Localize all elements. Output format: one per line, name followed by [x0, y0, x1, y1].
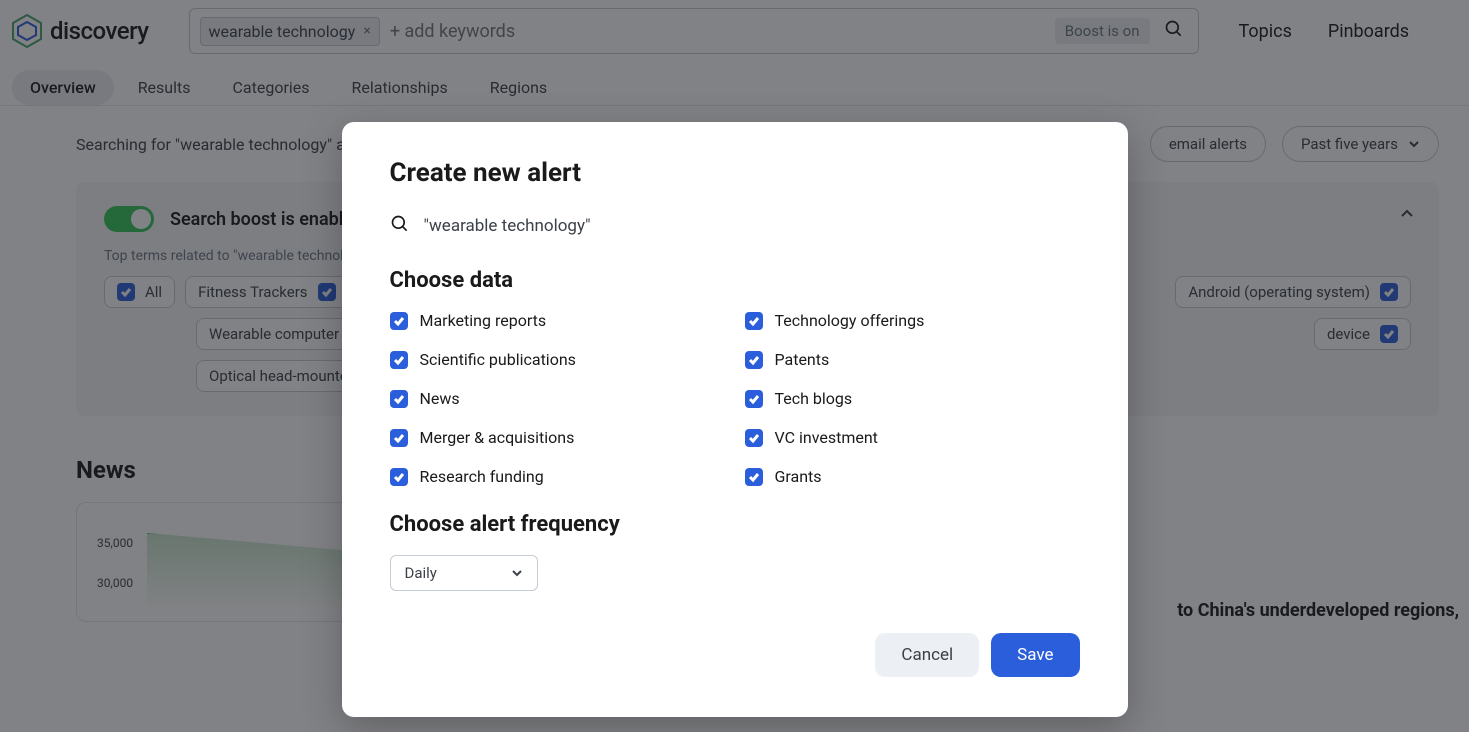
section-choose-data: Choose data [390, 268, 1080, 293]
checked-icon [390, 429, 408, 447]
checkbox-scientific-publications[interactable]: Scientific publications [390, 350, 725, 369]
checked-icon [745, 390, 763, 408]
section-choose-frequency: Choose alert frequency [390, 512, 1080, 537]
checked-icon [745, 312, 763, 330]
checked-icon [390, 468, 408, 486]
magnifier-icon [390, 214, 410, 238]
alert-query-text: "wearable technology" [424, 216, 591, 236]
checkbox-research-funding[interactable]: Research funding [390, 467, 725, 486]
checkbox-label: Tech blogs [775, 389, 853, 408]
checkbox-tech-blogs[interactable]: Tech blogs [745, 389, 1080, 408]
checked-icon [745, 429, 763, 447]
modal-title: Create new alert [390, 158, 1080, 188]
create-alert-modal: Create new alert "wearable technology" C… [342, 122, 1128, 717]
checkbox-label: Grants [775, 467, 822, 486]
checked-icon [390, 312, 408, 330]
checkbox-technology-offerings[interactable]: Technology offerings [745, 311, 1080, 330]
checkbox-grants[interactable]: Grants [745, 467, 1080, 486]
checked-icon [390, 351, 408, 369]
checkbox-news[interactable]: News [390, 389, 725, 408]
checked-icon [745, 468, 763, 486]
save-button[interactable]: Save [991, 633, 1079, 677]
checkbox-label: Technology offerings [775, 311, 925, 330]
checkbox-vc-investment[interactable]: VC investment [745, 428, 1080, 447]
checkbox-label: Research funding [420, 467, 544, 486]
checkbox-label: Merger & acquisitions [420, 428, 575, 447]
checkbox-marketing-reports[interactable]: Marketing reports [390, 311, 725, 330]
frequency-select[interactable]: Daily [390, 555, 538, 591]
frequency-value: Daily [405, 564, 437, 582]
checked-icon [390, 390, 408, 408]
checkbox-label: VC investment [775, 428, 878, 447]
checkbox-patents[interactable]: Patents [745, 350, 1080, 369]
checkbox-label: Patents [775, 350, 830, 369]
checkbox-merger-acquisitions[interactable]: Merger & acquisitions [390, 428, 725, 447]
checkbox-label: Scientific publications [420, 350, 576, 369]
modal-overlay[interactable]: Create new alert "wearable technology" C… [0, 0, 1469, 732]
checked-icon [745, 351, 763, 369]
chevron-down-icon [511, 567, 523, 579]
checkbox-label: News [420, 389, 460, 408]
cancel-button[interactable]: Cancel [875, 633, 979, 677]
checkbox-label: Marketing reports [420, 311, 547, 330]
